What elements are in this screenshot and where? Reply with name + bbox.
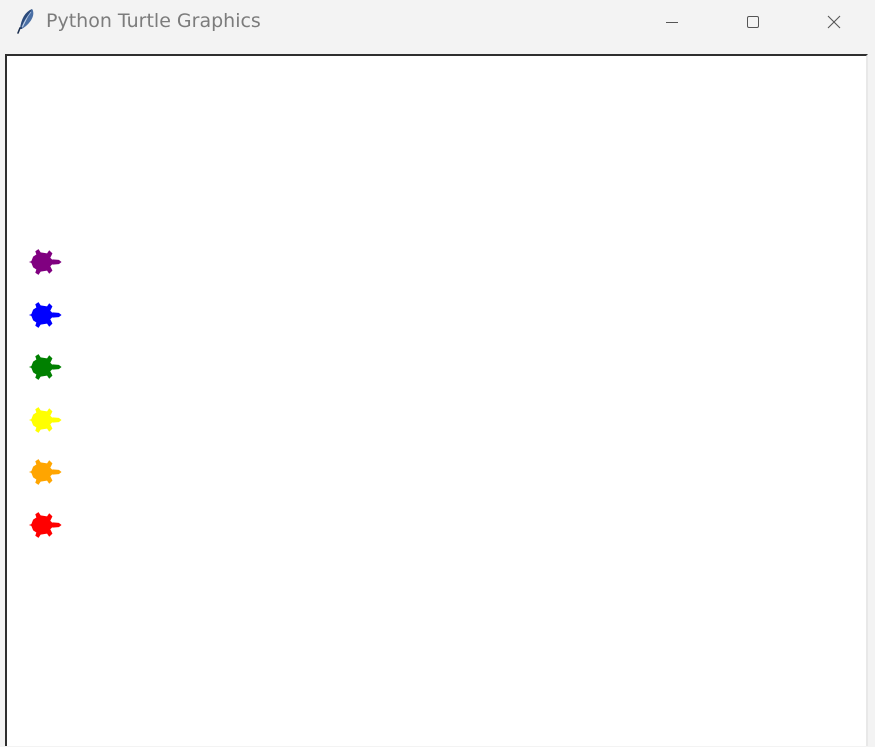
- close-icon: [826, 14, 842, 30]
- turtle-red: [28, 512, 62, 538]
- turtle-purple: [28, 249, 62, 275]
- title-bar[interactable]: Python Turtle Graphics: [0, 0, 875, 44]
- window-title: Python Turtle Graphics: [46, 10, 261, 32]
- turtle-canvas[interactable]: [7, 56, 866, 746]
- window-border: [870, 44, 875, 747]
- turtle-orange: [28, 459, 62, 485]
- maximize-icon: [745, 14, 761, 30]
- minimize-button[interactable]: [632, 0, 712, 44]
- maximize-button[interactable]: [713, 0, 793, 44]
- feather-icon: [16, 7, 38, 35]
- turtle-window: Python Turtle Graphics: [0, 0, 875, 747]
- close-button[interactable]: [794, 0, 874, 44]
- turtle-green: [28, 354, 62, 380]
- turtle-blue: [28, 302, 62, 328]
- turtle-canvas-frame: [5, 54, 868, 746]
- minimize-icon: [664, 14, 680, 30]
- turtle-yellow: [28, 407, 62, 433]
